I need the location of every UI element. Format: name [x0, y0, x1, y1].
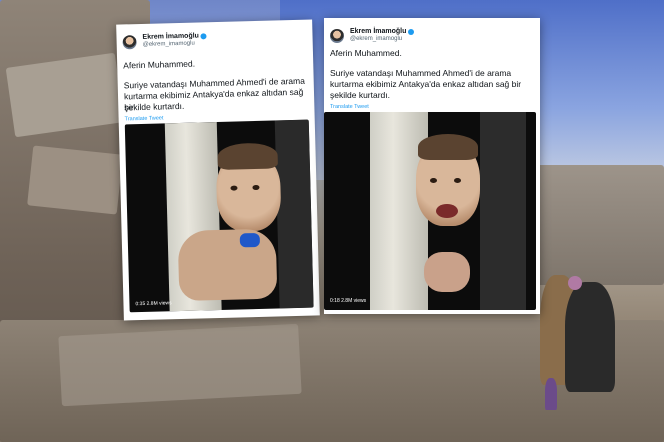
video-wall: [274, 119, 314, 309]
child-hair: [418, 134, 478, 160]
video-meta: 0:18 2.8M views: [330, 298, 367, 304]
verified-badge-icon: [408, 29, 415, 35]
tweet-header: Ekrem İmamoğlu @ekrem_imamoglu: [330, 28, 415, 43]
tweet-text-line: kurtarma ekibimiz Antakya'da enkaz altıd…: [330, 79, 522, 89]
child-eye: [430, 178, 437, 183]
person-figure: [568, 276, 582, 290]
child-eye: [454, 178, 461, 183]
tweet-text-line: şekilde kurtardı.: [124, 100, 185, 113]
profile-avatar[interactable]: [330, 28, 344, 43]
rubble-right: [530, 165, 664, 285]
rubble-slab: [27, 145, 123, 215]
author-name[interactable]: Ekrem İmamoğlu: [350, 28, 415, 36]
child-hand: [424, 252, 470, 292]
tweet-text-line: şekilde kurtardı.: [330, 90, 390, 100]
tweet-video[interactable]: 0:18 2.8M views: [324, 112, 536, 310]
tweet-card-1[interactable]: Ekrem İmamoğlu @ekrem_imamoglu Aferin Mu…: [116, 19, 320, 321]
tweet-text-line: Aferin Muhammed.: [123, 58, 196, 71]
tweet-text-line: Aferin Muhammed.: [330, 48, 402, 58]
tweet-card-2[interactable]: Ekrem İmamoğlu @ekrem_imamoglu Aferin Mu…: [324, 18, 540, 314]
person-figure: [565, 282, 615, 392]
translate-tweet-link[interactable]: Translate Tweet: [330, 104, 369, 110]
video-wall: [480, 112, 526, 310]
child-hair: [217, 142, 278, 170]
profile-avatar[interactable]: [122, 34, 137, 49]
tweet-video[interactable]: 0:35 2.8M views: [124, 119, 314, 313]
tweet-text-line: Suriye vatandaşı Muhammed Ahmed'i de ara…: [330, 68, 512, 78]
water-bottle-cap: [239, 232, 261, 248]
translate-tweet-link[interactable]: Translate Tweet: [125, 115, 164, 122]
person-figure: [545, 378, 557, 410]
author-handle[interactable]: @ekrem_imamoglu: [350, 36, 414, 43]
rescuer-hand: [177, 228, 278, 302]
child-mouth: [436, 204, 458, 218]
rubble-debris: [58, 323, 302, 407]
video-meta: 0:35 2.8M views: [135, 300, 172, 308]
background-photo: Ekrem İmamoğlu @ekrem_imamoglu Aferin Mu…: [0, 0, 664, 442]
author-handle[interactable]: @ekrem_imamoglu: [143, 40, 208, 49]
tweet-header: Ekrem İmamoğlu @ekrem_imamoglu: [122, 32, 207, 49]
verified-badge-icon: [200, 33, 207, 40]
